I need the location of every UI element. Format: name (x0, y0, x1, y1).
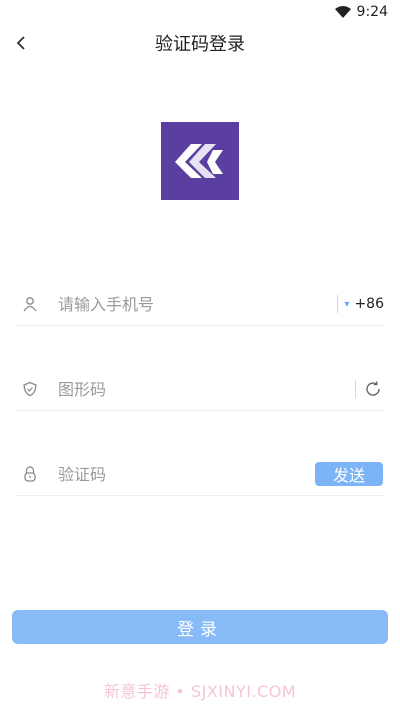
app-logo (161, 122, 239, 200)
captcha-input[interactable] (56, 378, 355, 400)
chevron-down-icon: ▾ (344, 298, 350, 310)
country-code-select[interactable]: ▾ +86 (338, 296, 384, 312)
back-button[interactable] (6, 28, 36, 58)
logo-mark-icon (175, 144, 223, 178)
country-code-value: +86 (354, 296, 384, 312)
status-time: 9:24 (356, 4, 388, 20)
wifi-icon (334, 6, 351, 18)
nav-bar: 验证码登录 (0, 26, 400, 60)
status-bar: 9:24 (0, 0, 400, 24)
watermark: 新意手游 • SJXINYI.COM (103, 682, 297, 701)
lock-icon (18, 462, 42, 486)
page-title: 验证码登录 (155, 34, 245, 55)
sms-code-field-row: 发送 (16, 453, 384, 496)
captcha-field-row (16, 368, 384, 411)
shield-icon (18, 377, 42, 401)
chevron-left-icon (16, 36, 25, 50)
divider (355, 380, 356, 398)
phone-input[interactable] (56, 293, 338, 315)
send-code-button[interactable]: 发送 (315, 462, 383, 486)
refresh-icon[interactable] (362, 378, 384, 400)
phone-field-row: ▾ +86 (16, 283, 384, 326)
user-icon (18, 292, 42, 316)
login-button[interactable]: 登录 (12, 610, 388, 644)
sms-code-input[interactable] (56, 463, 315, 485)
